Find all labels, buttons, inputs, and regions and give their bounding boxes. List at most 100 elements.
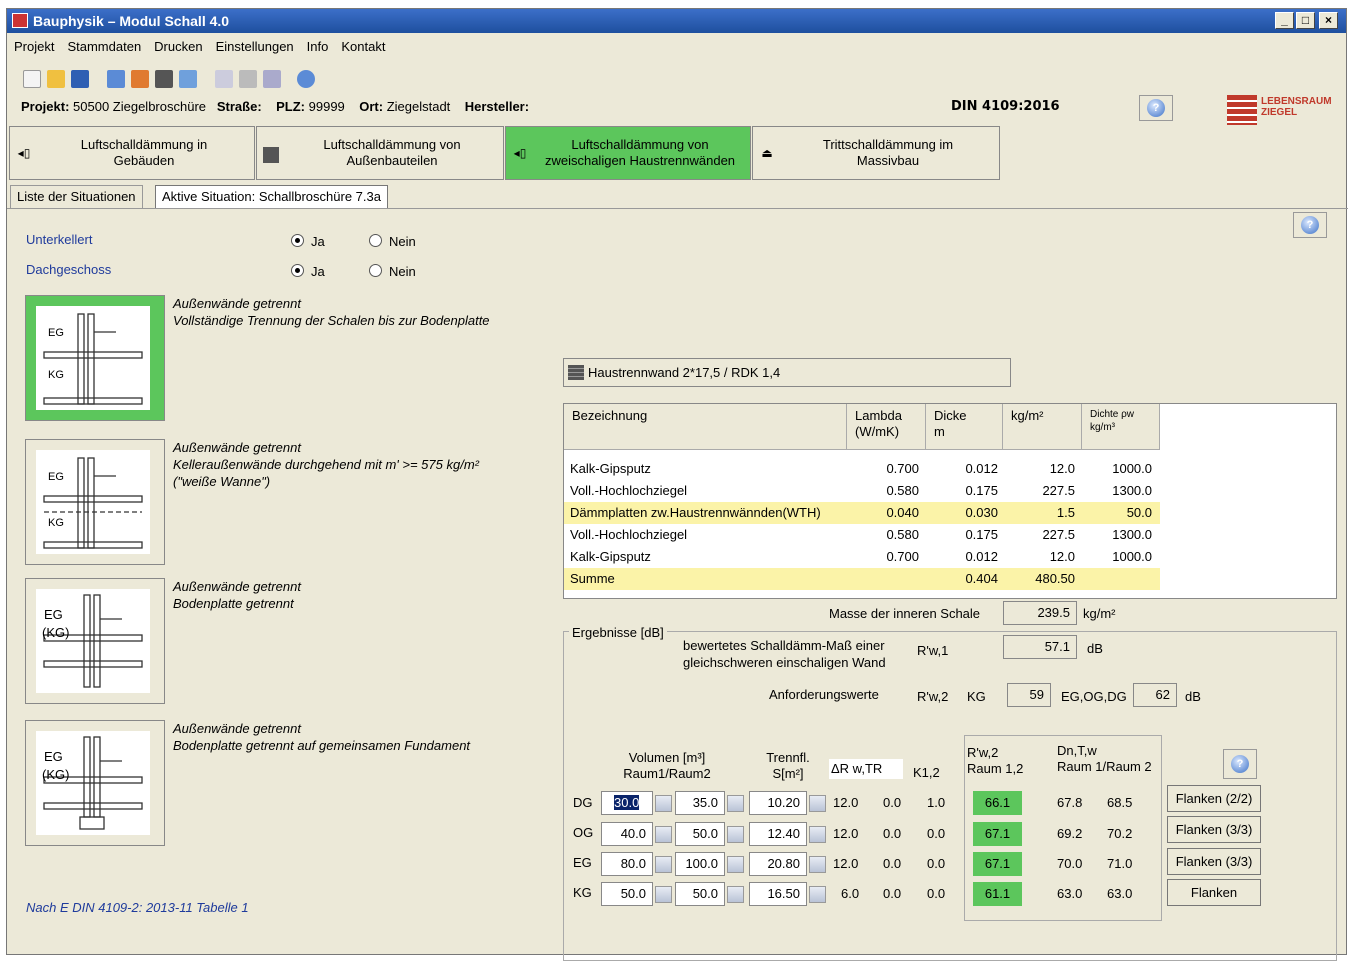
flanken-button[interactable]: Flanken (2/2) <box>1167 785 1261 812</box>
table-row[interactable]: Dämmplatten zw.Haustrennwännden(WTH) 0.0… <box>564 502 1160 524</box>
radio-label: Ja <box>311 264 325 279</box>
calculator-icon[interactable] <box>809 795 826 812</box>
dntw-raum2: 68.5 <box>1107 795 1133 810</box>
hersteller-label: Hersteller: <box>464 99 530 114</box>
menu-drucken[interactable]: Drucken <box>147 36 208 54</box>
area-input[interactable]: 20.80 <box>749 852 807 876</box>
tab-aktive-situation[interactable]: Aktive Situation: Schallbroschüre 7.3a <box>155 185 388 209</box>
menu-projekt[interactable]: Projekt <box>7 36 60 54</box>
situation-option-1[interactable]: EG KG <box>25 295 165 421</box>
help-icon[interactable] <box>297 70 315 88</box>
dachgeschoss-ja-radio[interactable] <box>291 264 304 277</box>
house-icon[interactable] <box>131 70 149 88</box>
nav-luftschall-gebaeude[interactable]: ◂▯ Luftschalldämmung in Gebäuden <box>9 126 255 180</box>
help-button-content[interactable]: ? <box>1293 212 1327 238</box>
dachgeschoss-nein-radio[interactable] <box>369 264 382 277</box>
volume1-input[interactable]: 80.0 <box>601 852 653 876</box>
speaker-icon: ◂▯ <box>17 146 31 160</box>
calculator-icon[interactable] <box>727 826 744 843</box>
col-label: R'w,2 <box>967 745 999 760</box>
maximize-button[interactable]: □ <box>1296 12 1315 29</box>
rw1-symbol: R'w,1 <box>917 643 949 658</box>
tab-liste[interactable]: Liste der Situationen <box>10 185 143 209</box>
dntw-raum2: 63.0 <box>1107 886 1133 901</box>
close-button[interactable]: × <box>1319 12 1338 29</box>
calculator-icon[interactable] <box>655 886 672 903</box>
list-icon[interactable] <box>215 70 233 88</box>
plz-label: PLZ: <box>276 99 305 114</box>
wall-icon[interactable] <box>155 70 173 88</box>
cell-dichte: 1000.0 <box>1112 549 1152 564</box>
calculator-icon[interactable] <box>727 886 744 903</box>
volume2-input[interactable]: 50.0 <box>675 822 725 846</box>
nav-luftschall-aussenbauteile[interactable]: Luftschalldämmung von Außenbauteilen <box>256 126 504 180</box>
table-row[interactable]: Voll.-Hochlochziegel 0.580 0.175 227.5 1… <box>564 524 1160 546</box>
flanken-button[interactable]: Flanken <box>1167 879 1261 906</box>
eg-label: EG,OG,DG <box>1061 689 1127 704</box>
volume1-input[interactable]: 30.0 <box>614 795 640 810</box>
speaker-icon: ◂▯ <box>513 146 527 160</box>
unterkellert-ja-radio[interactable] <box>291 234 304 247</box>
flanken-button[interactable]: Flanken (3/3) <box>1167 816 1261 843</box>
situation-title: Außenwände getrennt <box>173 579 301 594</box>
dntw-raum2: 71.0 <box>1107 856 1133 871</box>
cell-mass: 227.5 <box>1042 483 1075 498</box>
nav-label: Gebäuden <box>113 153 175 168</box>
situation-option-4[interactable]: EG (KG) <box>25 720 165 846</box>
cell-bez: Voll.-Hochlochziegel <box>570 527 688 542</box>
help-button-results[interactable]: ? <box>1223 749 1257 779</box>
rw-desc-line: gleichschweren einschaligen Wand <box>683 655 886 670</box>
calculator-icon[interactable] <box>655 826 672 843</box>
minimize-button[interactable]: _ <box>1275 12 1294 29</box>
area-input[interactable]: 12.40 <box>749 822 807 846</box>
situation-text-2: Außenwände getrennt Kelleraußenwände dur… <box>173 439 479 490</box>
window-icon[interactable] <box>179 70 197 88</box>
projekt-value: 50500 Ziegelbroschüre <box>73 99 207 114</box>
calculator-icon[interactable] <box>809 856 826 873</box>
print-icon[interactable] <box>239 70 257 88</box>
situation-option-3[interactable]: EG (KG) <box>25 578 165 704</box>
menu-info[interactable]: Info <box>300 36 335 54</box>
nav-haustrennwaende[interactable]: ◂▯ Luftschalldämmung von zweischaligen Ha… <box>505 126 751 180</box>
rw2-result: 66.1 <box>973 791 1022 815</box>
calculator-icon[interactable] <box>809 826 826 843</box>
menu-kontakt[interactable]: Kontakt <box>334 36 391 54</box>
table-row[interactable]: Kalk-Gipsputz 0.700 0.012 12.0 1000.0 <box>564 546 1160 568</box>
volume2-input[interactable]: 100.0 <box>675 852 725 876</box>
calculator-icon[interactable] <box>655 795 672 812</box>
volume1-input[interactable]: 50.0 <box>601 882 653 906</box>
card-icon[interactable] <box>107 70 125 88</box>
menu-einstellungen[interactable]: Einstellungen <box>209 36 300 54</box>
calculator-icon[interactable] <box>809 886 826 903</box>
dntw-raum1: 67.8 <box>1057 795 1083 810</box>
unterkellert-nein-radio[interactable] <box>369 234 382 247</box>
menu-stammdaten[interactable]: Stammdaten <box>60 36 147 54</box>
new-file-icon[interactable] <box>23 70 41 88</box>
volume1-input[interactable]: 40.0 <box>601 822 653 846</box>
nav-trittschall[interactable]: ⏏ Trittschalldämmung im Massivbau <box>752 126 1000 180</box>
area-input[interactable]: 16.50 <box>749 882 807 906</box>
print-preview-icon[interactable] <box>263 70 281 88</box>
save-icon[interactable] <box>71 70 89 88</box>
table-row[interactable]: Kalk-Gipsputz 0.700 0.012 12.0 1000.0 <box>564 458 1160 480</box>
situation-desc: Bodenplatte getrennt <box>173 596 294 611</box>
help-button-top[interactable]: ? <box>1139 95 1173 121</box>
calculator-icon[interactable] <box>727 856 744 873</box>
table-row[interactable]: Voll.-Hochlochziegel 0.580 0.175 227.5 1… <box>564 480 1160 502</box>
open-folder-icon[interactable] <box>47 70 65 88</box>
wall-selector-button[interactable]: Haustrennwand 2*17,5 / RDK 1,4 <box>563 358 1011 387</box>
calculator-icon[interactable] <box>655 856 672 873</box>
area-input[interactable]: 10.20 <box>749 791 807 815</box>
volume2-input[interactable]: 50.0 <box>675 882 725 906</box>
volume2-input[interactable]: 35.0 <box>675 791 725 815</box>
lebensraum-ziegel-logo: LEBENSRAUM ZIEGEL <box>1227 93 1342 127</box>
dachgeschoss-label: Dachgeschoss <box>26 262 112 277</box>
col-delta-r: ΔR w,TR <box>829 759 903 779</box>
title-bar: Bauphysik – Modul Schall 4.0 _ □ × <box>7 9 1346 33</box>
logo-text-2: ZIEGEL <box>1261 107 1298 118</box>
flanken-button[interactable]: Flanken (3/3) <box>1167 848 1261 875</box>
situation-option-2[interactable]: EG KG <box>25 439 165 565</box>
situation-diagram: EG (KG) <box>36 589 150 693</box>
calculator-icon[interactable] <box>727 795 744 812</box>
delta-r-value: 12.0 <box>833 795 859 810</box>
